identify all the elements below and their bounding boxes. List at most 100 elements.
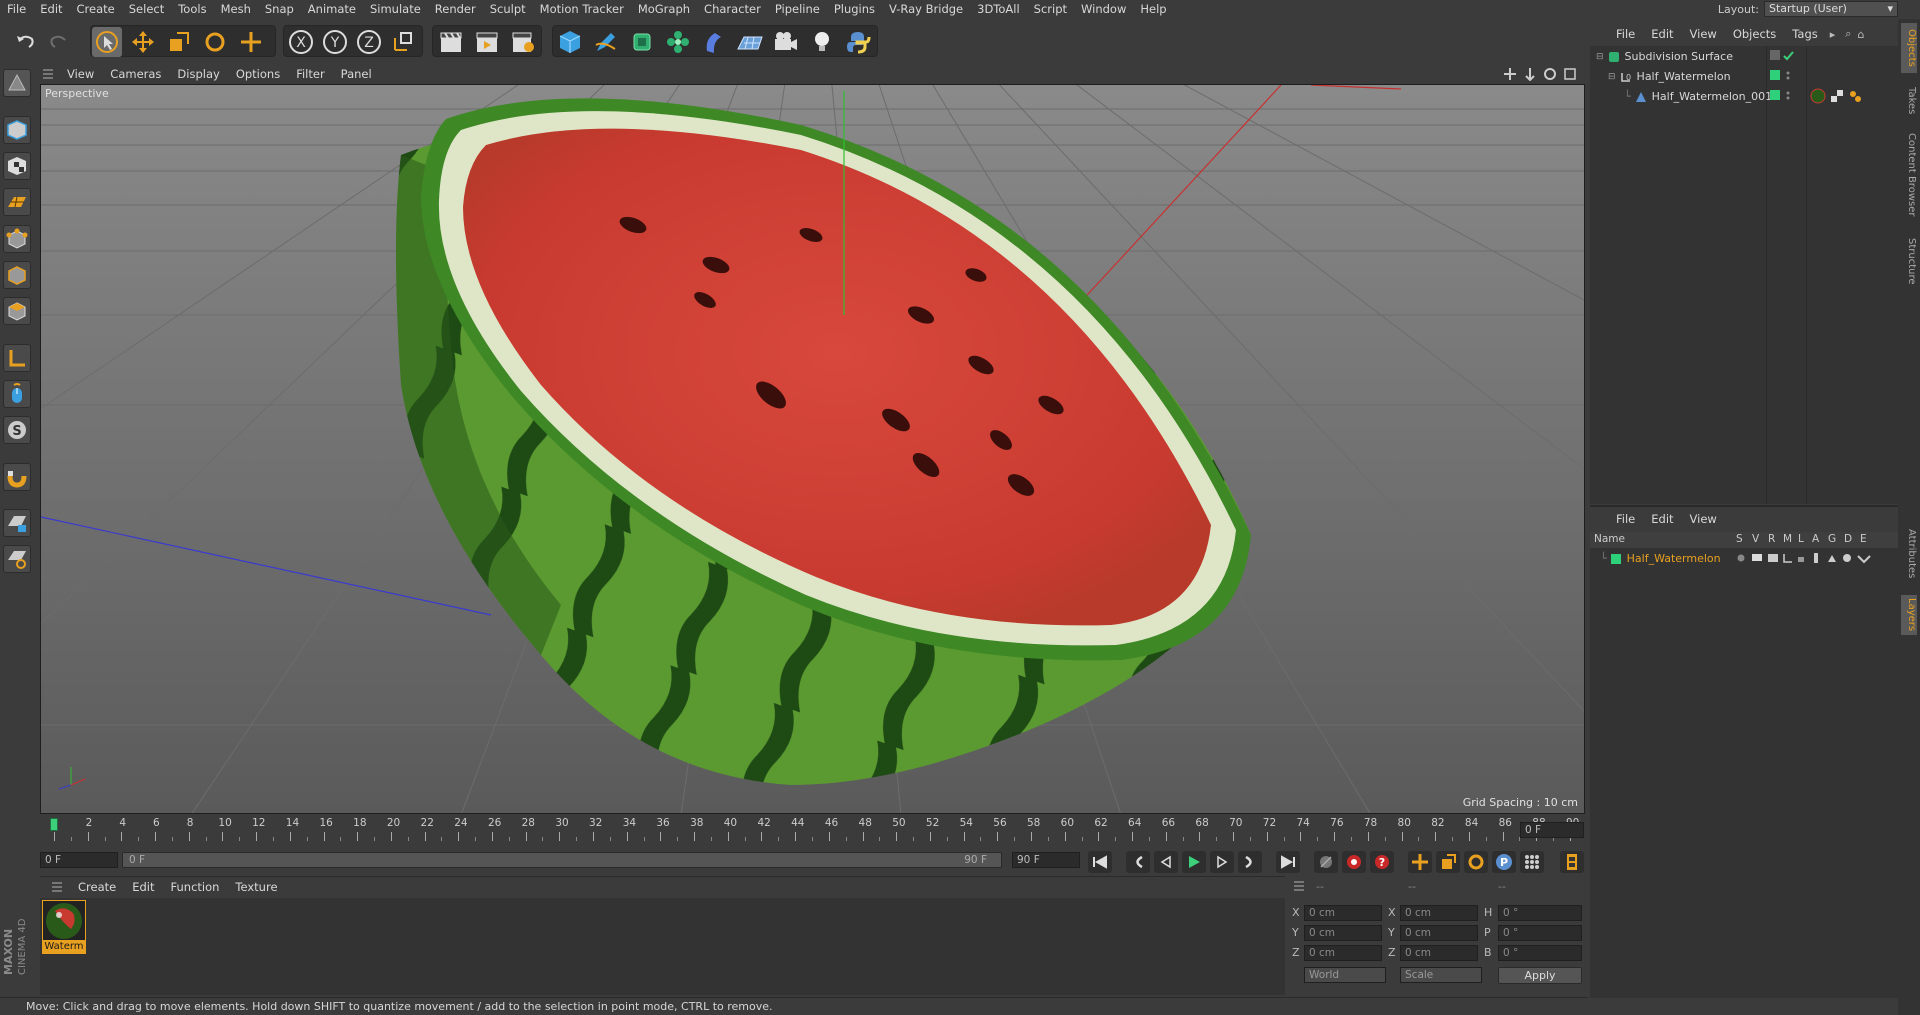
orbit-icon[interactable] [1543,67,1557,81]
edge-mode-button[interactable] [3,261,31,289]
pos-y-field[interactable]: 0 cm [1304,925,1382,941]
material-menu-edit[interactable]: Edit [124,880,162,894]
key-scale-button[interactable] [1436,851,1460,873]
home-icon[interactable]: ⌂ [1857,28,1864,41]
layer-color-tag[interactable] [1770,90,1794,102]
start-frame-field[interactable]: 0 F [40,852,118,868]
column-view[interactable]: V [1752,533,1759,545]
object-menu-view[interactable]: View [1682,27,1725,41]
redo-button[interactable] [44,26,74,56]
move-button[interactable] [128,27,158,57]
rotate-button[interactable] [200,27,230,57]
multi-tool-button[interactable] [236,27,266,57]
next-keyframe-button[interactable] [1238,851,1262,873]
column-generators[interactable]: G [1828,533,1836,545]
viewport-menu-cameras[interactable]: Cameras [102,67,169,81]
column-manager[interactable]: M [1783,533,1792,545]
solo-button[interactable]: S [3,416,31,444]
menu-tools[interactable]: Tools [171,0,213,19]
y-axis-button[interactable]: Y [320,27,350,57]
object-menu-file[interactable]: File [1608,27,1643,41]
size-x-field[interactable]: 0 cm [1400,905,1478,921]
render-picture-viewer-button[interactable] [472,27,502,57]
tab-attributes[interactable]: Attributes [1901,519,1917,589]
model-mode-button[interactable] [3,116,31,144]
size-z-field[interactable]: 0 cm [1400,945,1478,961]
layer-menu-file[interactable]: File [1608,512,1643,526]
perspective-viewport[interactable]: Perspective Grid Spacing : 10 cm [40,84,1585,814]
menu-sculpt[interactable]: Sculpt [483,0,533,19]
menu-snap[interactable]: Snap [258,0,301,19]
rot-p-field[interactable]: 0 ° [1498,925,1582,941]
coordinate-space-dropdown[interactable]: World [1304,967,1386,983]
object-menu-objects[interactable]: Objects [1725,27,1784,41]
column-animation[interactable]: A [1812,533,1819,545]
menu-edit[interactable]: Edit [33,0,69,19]
deformer-button[interactable] [699,27,729,57]
menu-motion-tracker[interactable]: Motion Tracker [533,0,631,19]
menu-mesh[interactable]: Mesh [214,0,258,19]
viewport-menu-panel[interactable]: Panel [333,67,380,81]
expand-toggle-icon[interactable]: ⊟ [1596,52,1604,62]
autokey-button[interactable] [1342,851,1366,873]
go-to-end-button[interactable] [1276,851,1300,873]
object-row-half-watermelon-001[interactable]: └ Half_Watermelon_001 [1590,87,1898,106]
apply-button[interactable]: Apply [1498,967,1582,984]
scale-button[interactable] [164,27,194,57]
snap-button[interactable] [3,463,31,491]
light-button[interactable] [807,27,837,57]
layer-color-swatch[interactable] [1610,553,1621,564]
layer-row-half-watermelon[interactable]: └ Half_Watermelon [1590,549,1898,568]
polygon-mode-button[interactable] [3,297,31,325]
pen-button[interactable] [591,27,621,57]
rot-b-field[interactable]: 0 ° [1498,945,1582,961]
playhead-marker[interactable] [50,818,58,831]
object-visibility-icons[interactable] [1770,50,1800,62]
python-button[interactable] [843,27,873,57]
column-deformers[interactable]: D [1844,533,1852,545]
previous-frame-button[interactable] [1154,851,1178,873]
menu-vray-bridge[interactable]: V-Ray Bridge [882,0,970,19]
key-position-button[interactable] [1408,851,1432,873]
material-menu-create[interactable]: Create [70,880,124,894]
size-mode-dropdown[interactable]: Scale [1400,967,1482,983]
maximize-view-icon[interactable] [1563,67,1577,81]
column-locked[interactable]: L [1798,533,1804,545]
play-button[interactable] [1182,851,1206,873]
more-menu-arrow-icon[interactable]: ▸ [1830,28,1836,41]
dolly-icon[interactable] [1523,67,1537,81]
texture-mode-button[interactable] [3,152,31,180]
object-menu-edit[interactable]: Edit [1643,27,1681,41]
z-axis-button[interactable]: Z [354,27,384,57]
layer-color-tag[interactable] [1770,70,1794,82]
material-menu-function[interactable]: Function [163,880,228,894]
pos-x-field[interactable]: 0 cm [1304,905,1382,921]
floor-button[interactable] [735,27,765,57]
tab-structure[interactable]: Structure [1901,231,1917,291]
viewport-menu-filter[interactable]: Filter [288,67,332,81]
rot-h-field[interactable]: 0 ° [1498,905,1582,921]
record-off-button[interactable] [1314,851,1338,873]
menu-script[interactable]: Script [1027,0,1074,19]
tab-objects[interactable]: Objects [1901,23,1917,73]
object-tags[interactable] [1810,88,1870,104]
tweak-mode-button[interactable] [3,380,31,408]
render-settings-button[interactable] [508,27,538,57]
end-frame-field[interactable]: 90 F [1012,852,1080,868]
menu-plugins[interactable]: Plugins [827,0,882,19]
next-frame-button[interactable] [1210,851,1234,873]
current-frame-field[interactable]: 0 F [1520,822,1584,838]
live-selection-button[interactable] [92,27,122,57]
column-solo[interactable]: S [1736,533,1743,545]
column-name[interactable]: Name [1594,533,1625,545]
material-item[interactable]: Waterm [42,900,86,954]
axis-mode-button[interactable] [3,344,31,372]
column-render[interactable]: R [1768,533,1775,545]
object-menu-tags[interactable]: Tags [1784,27,1825,41]
size-y-field[interactable]: 0 cm [1400,925,1478,941]
menu-create[interactable]: Create [70,0,122,19]
subdivision-button[interactable] [627,27,657,57]
expand-toggle-icon[interactable]: ⊟ [1608,72,1616,82]
workplane-mode-button[interactable] [3,188,31,216]
frame-range-slider[interactable]: 0 F 90 F [122,852,1002,868]
